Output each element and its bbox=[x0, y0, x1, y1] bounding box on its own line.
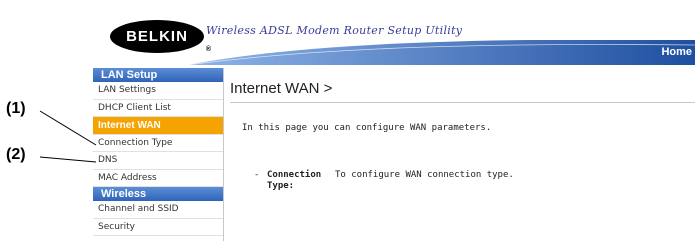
entry-description: To configure WAN connection type. bbox=[335, 170, 514, 180]
sidebar-item-dns[interactable]: DNS bbox=[93, 152, 223, 170]
app-title: Wireless ADSL Modem Router Setup Utility bbox=[206, 24, 463, 37]
callout-2-leader bbox=[39, 156, 97, 163]
sidebar: LAN Setup LAN Settings DHCP Client List … bbox=[93, 68, 224, 241]
header-swoosh-bar bbox=[188, 40, 695, 65]
entry-term: Connection Type: bbox=[267, 170, 322, 191]
sidebar-section-lan-setup[interactable]: LAN Setup bbox=[93, 68, 223, 82]
sidebar-item-security[interactable]: Security bbox=[93, 218, 223, 236]
callout-2: (2) bbox=[6, 146, 26, 163]
page-title: Internet WAN > bbox=[230, 80, 333, 97]
sidebar-item-mac-address[interactable]: MAC Address bbox=[93, 169, 223, 187]
home-link[interactable]: Home bbox=[661, 46, 692, 58]
sidebar-item-dhcp-client-list[interactable]: DHCP Client List bbox=[93, 99, 223, 117]
title-divider bbox=[230, 102, 695, 103]
sidebar-item-lan-settings[interactable]: LAN Settings bbox=[93, 82, 223, 100]
sidebar-item-connection-type[interactable]: Connection Type bbox=[93, 134, 223, 152]
entry-dash: - bbox=[254, 170, 260, 180]
main-content: Internet WAN > In this page you can conf… bbox=[230, 68, 695, 241]
sidebar-section-wireless[interactable]: Wireless bbox=[93, 187, 223, 201]
logo-text: BELKIN bbox=[126, 28, 188, 45]
intro-text: In this page you can configure WAN param… bbox=[242, 123, 492, 133]
header: BELKIN ® Wireless ADSL Modem Router Setu… bbox=[93, 0, 695, 65]
sidebar-item-internet-wan[interactable]: Internet WAN bbox=[93, 117, 223, 135]
callout-1: (1) bbox=[6, 100, 26, 117]
callout-1-leader bbox=[39, 110, 97, 146]
sidebar-item-channel-and-ssid[interactable]: Channel and SSID bbox=[93, 201, 223, 219]
